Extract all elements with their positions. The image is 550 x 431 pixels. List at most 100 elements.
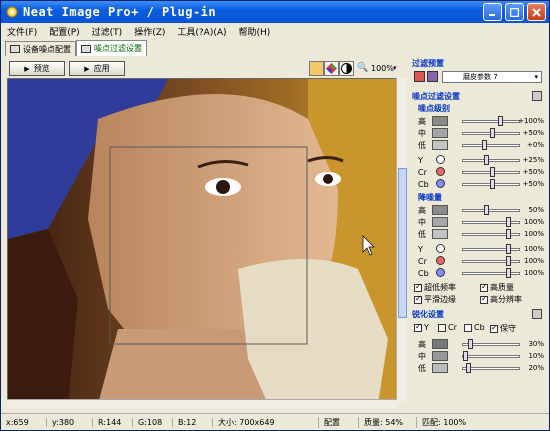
pattern-swatch xyxy=(432,128,448,138)
title-bar: Neat Image Pro+ / Plug-in xyxy=(1,1,549,23)
option-ultra-low-freq[interactable]: 超低频率 xyxy=(414,282,456,293)
load-preset-icon[interactable] xyxy=(414,71,425,82)
row-label: 中 xyxy=(418,351,426,361)
checkbox[interactable] xyxy=(414,322,422,332)
checkbox[interactable] xyxy=(414,294,422,304)
checkbox[interactable] xyxy=(438,323,446,332)
zoom-level[interactable]: 100% xyxy=(371,64,394,73)
noise-reduction-section: 降噪量 xyxy=(418,192,550,203)
checkbox[interactable] xyxy=(490,323,498,333)
row-label: 中 xyxy=(418,217,426,227)
maximize-button[interactable] xyxy=(505,3,524,21)
checkbox[interactable] xyxy=(464,323,472,332)
channel-y-icon xyxy=(436,244,445,253)
slider-knob[interactable] xyxy=(506,244,511,254)
slider-knob[interactable] xyxy=(484,155,489,165)
channel-y-icon xyxy=(436,155,445,164)
sharpen-channel-y[interactable]: Y xyxy=(414,322,429,332)
slider-knob[interactable] xyxy=(490,179,495,189)
slider-knob[interactable] xyxy=(498,116,503,126)
option-label: 超低频率 xyxy=(424,283,456,292)
vertical-scrollbar[interactable] xyxy=(396,78,407,403)
status-x: x:659 xyxy=(1,417,47,427)
menu-file[interactable]: 文件(F) xyxy=(1,25,43,38)
preview-button[interactable]: ▶ 预览 xyxy=(9,61,65,76)
preset-select[interactable]: 磨皮参数 7 ▾ xyxy=(442,71,542,83)
option-smooth-edges[interactable]: 平滑边缘 xyxy=(414,294,456,305)
slider-knob[interactable] xyxy=(506,268,511,278)
zoom-icon[interactable]: 🔍 xyxy=(357,63,368,73)
sharpen-section: 锐化设置 Y Cr Cb 保守 xyxy=(412,309,546,333)
slider-knob[interactable] xyxy=(506,217,511,227)
row-label: Cb xyxy=(418,268,429,278)
checkbox[interactable] xyxy=(480,282,488,292)
slider-value: +50% xyxy=(522,168,544,176)
play-icon: ▶ xyxy=(24,64,30,73)
horizontal-scrollbar[interactable] xyxy=(7,399,397,408)
slider-track[interactable] xyxy=(462,272,520,275)
color-palette-icon[interactable] xyxy=(324,61,339,76)
checkbox[interactable] xyxy=(414,282,422,292)
slider-knob[interactable] xyxy=(484,205,489,215)
menu-help[interactable]: 帮助(H) xyxy=(233,25,277,38)
slider-knob[interactable] xyxy=(506,229,511,239)
pattern-swatch xyxy=(432,363,448,373)
trash-icon[interactable] xyxy=(532,309,542,319)
apply-button[interactable]: ▶ 应用 xyxy=(69,61,125,76)
slider-knob[interactable] xyxy=(468,339,473,349)
close-icon xyxy=(532,7,541,17)
row-label: Y xyxy=(418,155,423,165)
slider-knob[interactable] xyxy=(490,128,495,138)
reduction-y-row: Y 100% xyxy=(412,243,546,255)
slider-track[interactable] xyxy=(462,233,520,236)
menu-tools[interactable]: 工具(?A)(A) xyxy=(171,25,232,38)
save-preset-icon[interactable] xyxy=(427,71,438,82)
slider-knob[interactable] xyxy=(463,351,468,361)
slider-track[interactable] xyxy=(462,144,520,147)
sharpen-low-row: 低 20% xyxy=(412,362,546,374)
slider-knob[interactable] xyxy=(466,363,471,373)
slider-knob[interactable] xyxy=(482,140,487,150)
option-high-resolution[interactable]: 高分辨率 xyxy=(480,294,522,305)
slider-track[interactable] xyxy=(462,248,520,251)
slider-knob[interactable] xyxy=(490,167,495,177)
image-preview[interactable] xyxy=(7,78,406,403)
noise-level-mid-row: 中 +50% xyxy=(412,127,546,139)
slider-track[interactable] xyxy=(462,209,520,212)
option-high-quality[interactable]: 高质量 xyxy=(480,282,514,293)
sharpen-channel-cb[interactable]: Cb xyxy=(464,323,485,332)
window-title: Neat Image Pro+ / Plug-in xyxy=(23,5,217,19)
sharpen-channel-cr[interactable]: Cr xyxy=(438,323,457,332)
sharpen-conservative[interactable]: 保守 xyxy=(490,323,516,334)
slider-track[interactable] xyxy=(462,355,520,358)
sample-icon[interactable] xyxy=(309,61,324,76)
slider-track[interactable] xyxy=(462,260,520,263)
minimize-button[interactable] xyxy=(483,3,502,21)
pattern-swatch xyxy=(432,205,448,215)
scroll-thumb[interactable] xyxy=(398,168,407,318)
slider-value: 100% xyxy=(523,230,544,238)
menu-filter[interactable]: 过滤(T) xyxy=(86,25,129,38)
grid-icon xyxy=(81,44,91,53)
minimize-icon xyxy=(489,13,495,16)
noise-filter-section: 噪点过滤设置 噪点级别 xyxy=(412,91,546,113)
trash-icon[interactable] xyxy=(532,91,542,101)
slider-track[interactable] xyxy=(462,120,520,123)
contrast-icon[interactable] xyxy=(339,61,354,76)
tab-noise-filter-settings[interactable]: 噪点过滤设置 xyxy=(76,40,147,56)
close-button[interactable] xyxy=(527,3,546,21)
slider-knob[interactable] xyxy=(506,256,511,266)
pattern-swatch xyxy=(432,229,448,239)
menu-bar: 文件(F) 配置(P) 过滤(T) 操作(Z) 工具(?A)(A) 帮助(H) xyxy=(1,23,549,40)
slider-track[interactable] xyxy=(462,159,520,162)
slider-value: 100% xyxy=(523,257,544,265)
zoom-dropdown-icon[interactable]: ▾ xyxy=(393,64,397,72)
menu-operation[interactable]: 操作(Z) xyxy=(128,25,171,38)
dropdown-arrow-icon: ▾ xyxy=(534,73,538,81)
pattern-swatch xyxy=(432,116,448,126)
checkbox[interactable] xyxy=(480,294,488,304)
menu-profile[interactable]: 配置(P) xyxy=(43,25,85,38)
slider-track[interactable] xyxy=(462,221,520,224)
noise-level-high-row: 高 +100% xyxy=(412,115,546,127)
tab-device-noise-profile[interactable]: 设备噪点配置 xyxy=(5,41,76,56)
